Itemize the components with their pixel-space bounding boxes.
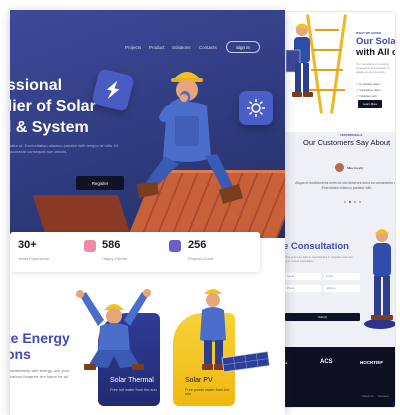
consult-address-field[interactable]: Address: [324, 285, 360, 292]
stats-bar: 30+ Years Experience 586 Happy Clients 2…: [10, 232, 260, 272]
nav-projects[interactable]: Projects: [125, 45, 141, 50]
offer-check-3: ✓ Voluptate velit: [356, 94, 377, 98]
consult-name-field[interactable]: Name: [285, 273, 321, 280]
energy-title-line-1: te Energy: [10, 330, 70, 346]
consult-submit-button[interactable]: Submit: [285, 313, 360, 321]
footer-logo-acs: ACS: [320, 359, 333, 365]
register-button[interactable]: Register: [76, 176, 124, 190]
consult-desc: Duis aute irure dolor in reprehenderit i…: [285, 256, 354, 263]
worker-cheering-illustration: [74, 286, 154, 376]
sun-icon: [247, 99, 265, 117]
offer-title-line-2: with All of: [356, 47, 395, 58]
stat-clients-value: 586: [102, 239, 121, 251]
lightning-icon: [106, 80, 120, 99]
testimonial-dots[interactable]: [344, 201, 361, 203]
testimonial-title: Our Customers Say About: [303, 138, 391, 147]
consult-phone-field[interactable]: Phone: [285, 285, 321, 292]
sign-in-button[interactable]: Sign In: [226, 41, 260, 53]
worker-thinking-illustration: [135, 66, 245, 226]
worker-on-ladder-illustration: [280, 20, 320, 110]
worker-solar-panel-illustration: [182, 282, 272, 377]
stat-projects-label: Projects Done: [188, 256, 214, 261]
testimonial-eyebrow: TESTIMONIALS: [340, 133, 363, 137]
solar-pv-title: Solar PV: [185, 377, 213, 384]
footer-logo-hochtief: HOCHTIEF: [360, 360, 383, 365]
lightning-tile: [91, 68, 135, 112]
consult-title: e Consultation: [283, 241, 349, 252]
hero-section: Projects Product Solutions Contacts Sign…: [10, 10, 285, 238]
hero-title-line-2: plier of Solar: [10, 98, 96, 115]
customer-name: Mike Hendly: [347, 166, 364, 170]
consult-email-field[interactable]: Email: [324, 273, 360, 280]
hero-description: tatur ut. Excercitation ullamco pariatur…: [10, 143, 119, 154]
offer-check-1: ✓ Ut pariatur quam: [356, 82, 380, 86]
offer-eyebrow: WHAT WE OFFER: [356, 31, 382, 35]
customer-avatar: [335, 163, 344, 172]
solar-thermal-sub: Free hot water from the sun: [110, 388, 157, 392]
testimonial-quote: Aliqua et incididunt ea enim do nisi des…: [295, 181, 395, 190]
offer-title-line-1: Our Solar: [356, 36, 395, 47]
energy-title-line-2: ons: [10, 346, 31, 362]
nav-product[interactable]: Product: [149, 45, 165, 50]
stat-years-label: Years Experience: [18, 256, 50, 261]
energy-description: relationship with energy. uce your carbo…: [10, 368, 70, 379]
footer-link-services[interactable]: Services: [378, 394, 389, 398]
learn-more-button[interactable]: Learn More: [358, 100, 382, 108]
stat-projects-value: 256: [188, 239, 207, 251]
projects-icon: [169, 240, 181, 252]
stat-years-value: 30+: [18, 239, 37, 251]
solar-pv-sub: Free power water from the sun: [185, 388, 230, 396]
solar-thermal-title: Solar Thermal: [110, 377, 154, 384]
offer-desc: Our commitment to energy engaged in and …: [356, 62, 390, 74]
hero-title-line-3: el & System: [10, 119, 89, 136]
main-page: Projects Product Solutions Contacts Sign…: [10, 10, 285, 415]
nav-contacts[interactable]: Contacts: [199, 45, 217, 50]
worker-standing-illustration: [360, 222, 395, 332]
stat-clients-label: Happy Clients: [102, 256, 127, 261]
nav-solutions[interactable]: Solutions: [172, 45, 191, 50]
hero-title-line-1: essional: [10, 77, 63, 94]
clients-icon: [84, 240, 96, 252]
offer-check-2: ✓ Voluptatem ullam: [356, 88, 381, 92]
footer-link-about[interactable]: About Us: [362, 394, 374, 398]
